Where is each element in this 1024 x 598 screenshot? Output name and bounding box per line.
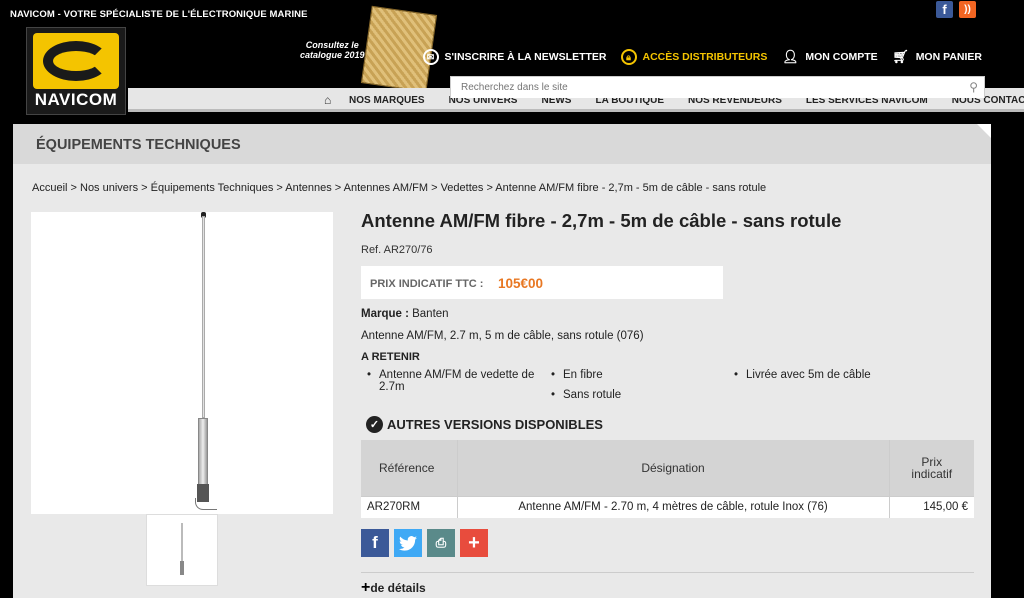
- newsletter-link[interactable]: ✉ S'INSCRIRE À LA NEWSLETTER: [422, 49, 607, 65]
- distributors-link[interactable]: 🔒︎ ACCÈS DISTRIBUTEURS: [620, 49, 768, 65]
- plus-icon: +: [361, 579, 371, 596]
- home-icon[interactable]: ⌂: [324, 94, 338, 106]
- list-item: Sans rotule: [545, 389, 621, 401]
- envelope-icon: ✉: [422, 49, 439, 65]
- search-box: ⚲: [450, 76, 985, 98]
- versions-table: Référence Désignation Prix indicatif AR27…: [361, 440, 974, 518]
- account-label: MON COMPTE: [805, 51, 878, 63]
- page-content: ÉQUIPEMENTS TECHNIQUES Accueil > Nos uni…: [13, 124, 991, 598]
- row-designation: Antenne AM/FM - 2.70 m, 4 mètres de câbl…: [456, 495, 889, 518]
- versions-title: AUTRES VERSIONS DISPONIBLES: [387, 417, 603, 432]
- price-value: 105€00: [498, 276, 544, 291]
- share-twitter-button[interactable]: [394, 529, 422, 557]
- brand-label: Marque :: [361, 308, 409, 320]
- section-title: ÉQUIPEMENTS TECHNIQUES: [36, 137, 241, 153]
- check-icon: ✓: [366, 416, 383, 433]
- list-item: Livrée avec 5m de câble: [728, 369, 871, 381]
- rss-icon[interactable]: )): [959, 1, 976, 18]
- versions-heading: ✓ AUTRES VERSIONS DISPONIBLES: [366, 416, 603, 433]
- breadcrumb[interactable]: Accueil > Nos univers > Équipements Tech…: [32, 182, 766, 194]
- share-buttons: f ⎙ +: [361, 529, 488, 557]
- col-header-price: Prix indicatif: [888, 440, 974, 496]
- navicom-logo[interactable]: NAVICOM: [26, 27, 126, 115]
- account-link[interactable]: 👤︎ MON COMPTE: [781, 48, 878, 66]
- list-item: Antenne AM/FM de vedette de 2.7m: [361, 369, 541, 393]
- user-icon: 👤︎: [782, 49, 799, 64]
- key-points-title: A RETENIR: [361, 351, 420, 363]
- catalog-link[interactable]: Consultez le catalogue 2019: [300, 40, 365, 60]
- product-title: Antenne AM/FM fibre - 2,7m - 5m de câble…: [361, 210, 842, 231]
- price-label: PRIX INDICATIF TTC :: [370, 278, 484, 290]
- twitter-bird-icon: [399, 535, 417, 551]
- col-header-designation: Désignation: [456, 440, 889, 496]
- cart-label: MON PANIER: [915, 51, 982, 63]
- product-thumbnail[interactable]: [146, 514, 218, 586]
- top-links: ✉ S'INSCRIRE À LA NEWSLETTER 🔒︎ ACCÈS DI…: [422, 48, 982, 66]
- list-item: En fibre: [545, 369, 603, 381]
- search-icon[interactable]: ⚲: [969, 80, 978, 94]
- product-brand: Marque : Banten: [361, 308, 449, 320]
- row-price: 145,00 €: [888, 495, 974, 518]
- search-input[interactable]: [451, 77, 984, 98]
- site-tagline: NAVICOM - VOTRE SPÉCIALISTE DE L'ÉLECTRO…: [10, 9, 308, 20]
- details-toggle[interactable]: +de détails: [361, 572, 974, 597]
- cart-link[interactable]: 🛒︎ MON PANIER: [892, 48, 982, 66]
- price-box: PRIX INDICATIF TTC : 105€00: [361, 266, 723, 299]
- product-description: Antenne AM/FM, 2.7 m, 5 m de câble, sans…: [361, 330, 644, 342]
- cart-icon: 🛒︎: [892, 49, 909, 64]
- table-row[interactable]: AR270RM Antenne AM/FM - 2.70 m, 4 mètres…: [361, 495, 974, 518]
- share-facebook-button[interactable]: f: [361, 529, 389, 557]
- section-header: ÉQUIPEMENTS TECHNIQUES: [13, 124, 991, 164]
- facebook-icon[interactable]: f: [936, 1, 953, 18]
- catalog-text-line-2: catalogue 2019: [300, 50, 365, 60]
- details-label: de détails: [370, 581, 426, 595]
- catalog-text-line-1: Consultez le: [305, 40, 359, 50]
- brand-value: Banten: [408, 308, 449, 320]
- nav-item-brands[interactable]: NOS MARQUES: [349, 95, 425, 106]
- print-button[interactable]: ⎙: [427, 529, 455, 557]
- product-main-image[interactable]: [31, 212, 333, 514]
- logo-mark: [33, 33, 119, 89]
- newsletter-label: S'INSCRIRE À LA NEWSLETTER: [444, 51, 607, 63]
- product-reference: Ref. AR270/76: [361, 244, 433, 256]
- social-links: f )): [936, 1, 976, 18]
- col-header-ref: Référence: [361, 440, 457, 496]
- distributors-label: ACCÈS DISTRIBUTEURS: [642, 51, 768, 63]
- share-more-button[interactable]: +: [460, 529, 488, 557]
- row-ref: AR270RM: [361, 495, 457, 518]
- site-header: NAVICOM - VOTRE SPÉCIALISTE DE L'ÉLECTRO…: [0, 0, 1024, 116]
- lock-icon: 🔒︎: [620, 49, 637, 65]
- logo-text: NAVICOM: [34, 90, 118, 109]
